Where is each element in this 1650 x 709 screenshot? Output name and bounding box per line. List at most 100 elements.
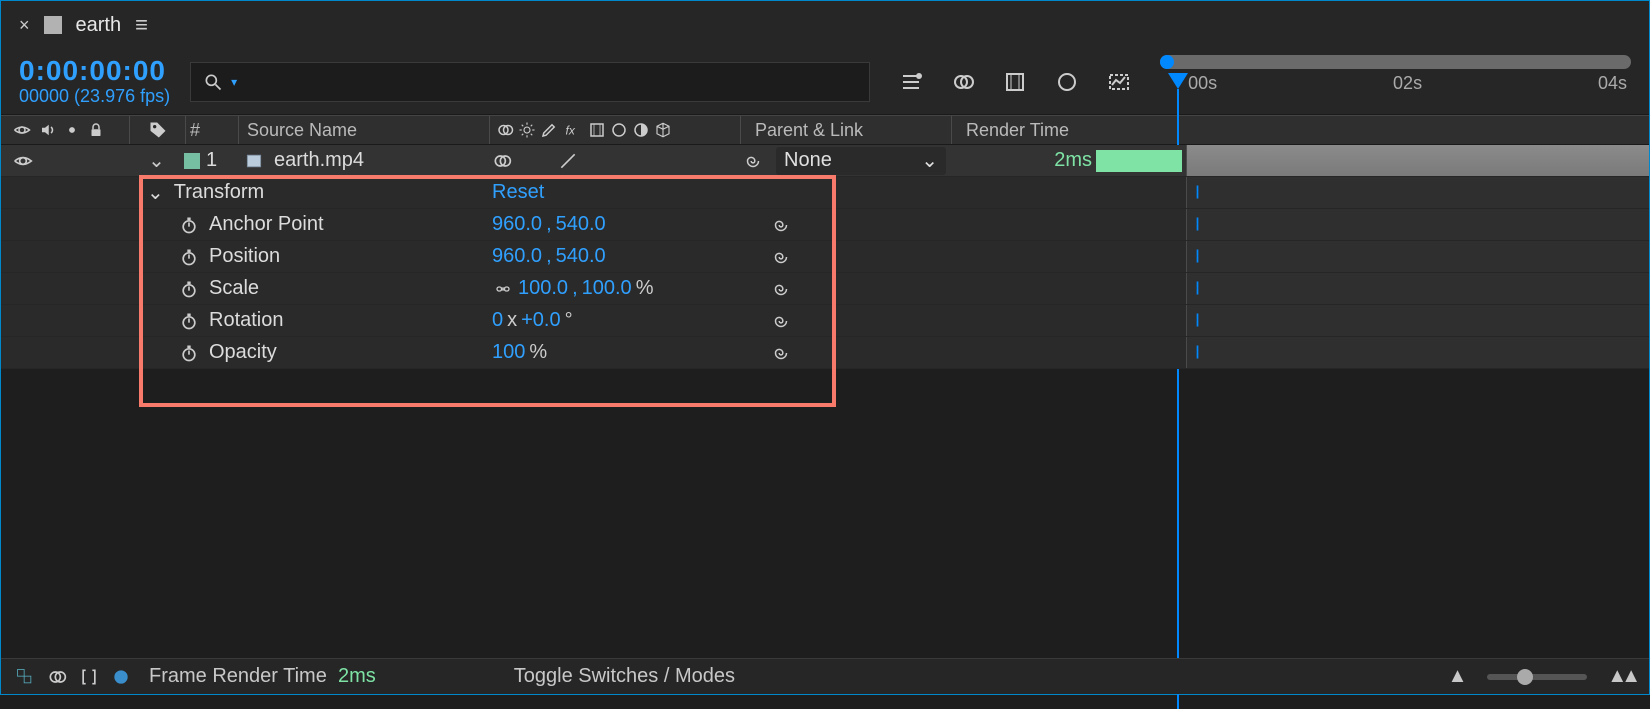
panel-tab-bar: × earth ≡ bbox=[1, 1, 1649, 49]
opacity-value[interactable]: 100 bbox=[492, 341, 525, 364]
render-queue-icon[interactable] bbox=[111, 667, 131, 687]
column-header-row: # Source Name Parent & Link Render Time bbox=[1, 115, 1649, 145]
layer-render-time: 2ms bbox=[1054, 149, 1092, 172]
motion-blur-icon[interactable] bbox=[1054, 69, 1080, 95]
frame-info: 00000 (23.976 fps) bbox=[19, 87, 170, 107]
switches-column-header bbox=[490, 121, 740, 139]
toggle-modes-icon[interactable] bbox=[47, 667, 67, 687]
layer-row[interactable]: ⌄ 1 earth.mp4 None ⌄ 2ms bbox=[1, 145, 1649, 177]
track-area[interactable]: I bbox=[1186, 337, 1649, 368]
graph-editor-icon[interactable] bbox=[1106, 69, 1132, 95]
layer-color-swatch[interactable] bbox=[184, 153, 200, 169]
toggle-switches-modes-button[interactable]: Toggle Switches / Modes bbox=[514, 665, 735, 688]
keyframe-cursor-icon: I bbox=[1195, 246, 1200, 267]
timecode-block[interactable]: 0:00:00:00 00000 (23.976 fps) bbox=[19, 56, 170, 107]
toggle-switches-icon[interactable] bbox=[15, 667, 35, 687]
solo-icon[interactable] bbox=[65, 123, 79, 137]
layer-duration-bar[interactable] bbox=[1186, 145, 1649, 176]
position-y[interactable]: 540.0 bbox=[556, 245, 606, 268]
stopwatch-icon[interactable] bbox=[179, 311, 199, 331]
motion-blur-switch-icon[interactable] bbox=[610, 121, 628, 139]
opacity-row[interactable]: Opacity 100% I bbox=[1, 337, 1649, 369]
frame-blend-icon[interactable] bbox=[1002, 69, 1028, 95]
stopwatch-icon[interactable] bbox=[179, 215, 199, 235]
collapse-icon[interactable] bbox=[518, 121, 536, 139]
adjustment-icon[interactable] bbox=[632, 121, 650, 139]
anchor-y[interactable]: 540.0 bbox=[556, 213, 606, 236]
close-tab-button[interactable]: × bbox=[19, 15, 30, 36]
pickwhip-icon[interactable] bbox=[770, 342, 792, 364]
scale-y[interactable]: 100.0 bbox=[582, 277, 632, 300]
quality-icon[interactable] bbox=[540, 121, 558, 139]
panel-menu-button[interactable]: ≡ bbox=[135, 12, 148, 38]
timeline-zoom[interactable]: ▲ ▲▲ bbox=[1448, 665, 1635, 688]
ruler-scrollbar[interactable] bbox=[1160, 55, 1631, 69]
prop-label: Anchor Point bbox=[209, 213, 324, 236]
eye-icon[interactable] bbox=[13, 151, 33, 171]
source-name-header[interactable]: Source Name bbox=[239, 120, 489, 141]
transform-group-row[interactable]: ⌄ Transform Reset I bbox=[1, 177, 1649, 209]
stopwatch-icon[interactable] bbox=[179, 279, 199, 299]
comp-tab-name[interactable]: earth bbox=[76, 14, 122, 37]
zoom-in-icon[interactable]: ▲▲ bbox=[1607, 665, 1635, 688]
index-column-header: # bbox=[186, 120, 238, 141]
transform-twirl[interactable]: ⌄ bbox=[147, 180, 164, 205]
anchor-x[interactable]: 960.0 bbox=[492, 213, 542, 236]
shy-icon[interactable] bbox=[950, 69, 976, 95]
scale-x[interactable]: 100.0 bbox=[518, 277, 568, 300]
scale-row[interactable]: Scale 100.0,100.0% I bbox=[1, 273, 1649, 305]
rotation-row[interactable]: Rotation 0x+0.0° I bbox=[1, 305, 1649, 337]
3d-icon[interactable] bbox=[654, 121, 672, 139]
opacity-unit: % bbox=[529, 341, 547, 364]
quality-icon[interactable] bbox=[558, 151, 578, 171]
fx-icon[interactable] bbox=[562, 121, 584, 139]
pickwhip-icon[interactable] bbox=[770, 310, 792, 332]
eye-icon[interactable] bbox=[13, 121, 31, 139]
ruler-tick: 04s bbox=[1598, 73, 1627, 101]
pickwhip-icon[interactable] bbox=[770, 246, 792, 268]
constrain-link-icon[interactable] bbox=[492, 281, 514, 297]
current-timecode[interactable]: 0:00:00:00 bbox=[19, 56, 170, 87]
frame-render-time: Frame Render Time 2ms bbox=[149, 665, 376, 688]
footage-icon bbox=[244, 151, 264, 171]
position-x[interactable]: 960.0 bbox=[492, 245, 542, 268]
comp-flowchart-icon[interactable] bbox=[898, 69, 924, 95]
parent-dropdown[interactable]: None ⌄ bbox=[776, 147, 946, 175]
zoom-slider[interactable] bbox=[1487, 674, 1587, 680]
label-column-header[interactable] bbox=[130, 120, 185, 140]
speaker-icon[interactable] bbox=[39, 121, 57, 139]
prop-label: Scale bbox=[209, 277, 259, 300]
pickwhip-icon[interactable] bbox=[770, 278, 792, 300]
layer-twirl[interactable]: ⌄ bbox=[129, 148, 184, 173]
transform-label: Transform bbox=[174, 181, 264, 204]
lock-icon[interactable] bbox=[87, 121, 105, 139]
brackets-icon[interactable] bbox=[79, 667, 99, 687]
track-area[interactable]: I bbox=[1186, 209, 1649, 240]
zoom-out-icon[interactable]: ▲ bbox=[1448, 665, 1468, 688]
timeline-ruler[interactable]: 00s 02s 04s bbox=[1160, 49, 1631, 114]
prop-label: Opacity bbox=[209, 341, 277, 364]
layer-index: 1 bbox=[206, 149, 217, 172]
pickwhip-icon[interactable] bbox=[770, 214, 792, 236]
pickwhip-icon[interactable] bbox=[742, 150, 764, 172]
prop-label: Rotation bbox=[209, 309, 284, 332]
transform-reset[interactable]: Reset bbox=[492, 181, 544, 204]
position-row[interactable]: Position 960.0,540.0 I bbox=[1, 241, 1649, 273]
track-area[interactable]: I bbox=[1186, 273, 1649, 304]
track-area[interactable]: I bbox=[1186, 305, 1649, 336]
timeline-header: 0:00:00:00 00000 (23.976 fps) ▾ 00s 02s … bbox=[1, 49, 1649, 115]
stopwatch-icon[interactable] bbox=[179, 343, 199, 363]
anchor-point-row[interactable]: Anchor Point 960.0,540.0 I bbox=[1, 209, 1649, 241]
timeline-search[interactable]: ▾ bbox=[190, 62, 870, 102]
shy-switch-icon[interactable] bbox=[492, 151, 512, 171]
stopwatch-icon[interactable] bbox=[179, 247, 199, 267]
track-area[interactable]: I bbox=[1186, 241, 1649, 272]
playhead-icon[interactable] bbox=[1168, 73, 1188, 89]
search-dropdown-caret[interactable]: ▾ bbox=[231, 75, 237, 89]
rotation-turns[interactable]: 0 bbox=[492, 309, 503, 332]
track-area[interactable]: I bbox=[1186, 177, 1649, 208]
rotation-degrees[interactable]: +0.0 bbox=[521, 309, 560, 332]
shy-switch-icon[interactable] bbox=[496, 121, 514, 139]
frame-blend-switch-icon[interactable] bbox=[588, 121, 606, 139]
layer-name[interactable]: earth.mp4 bbox=[274, 149, 364, 172]
